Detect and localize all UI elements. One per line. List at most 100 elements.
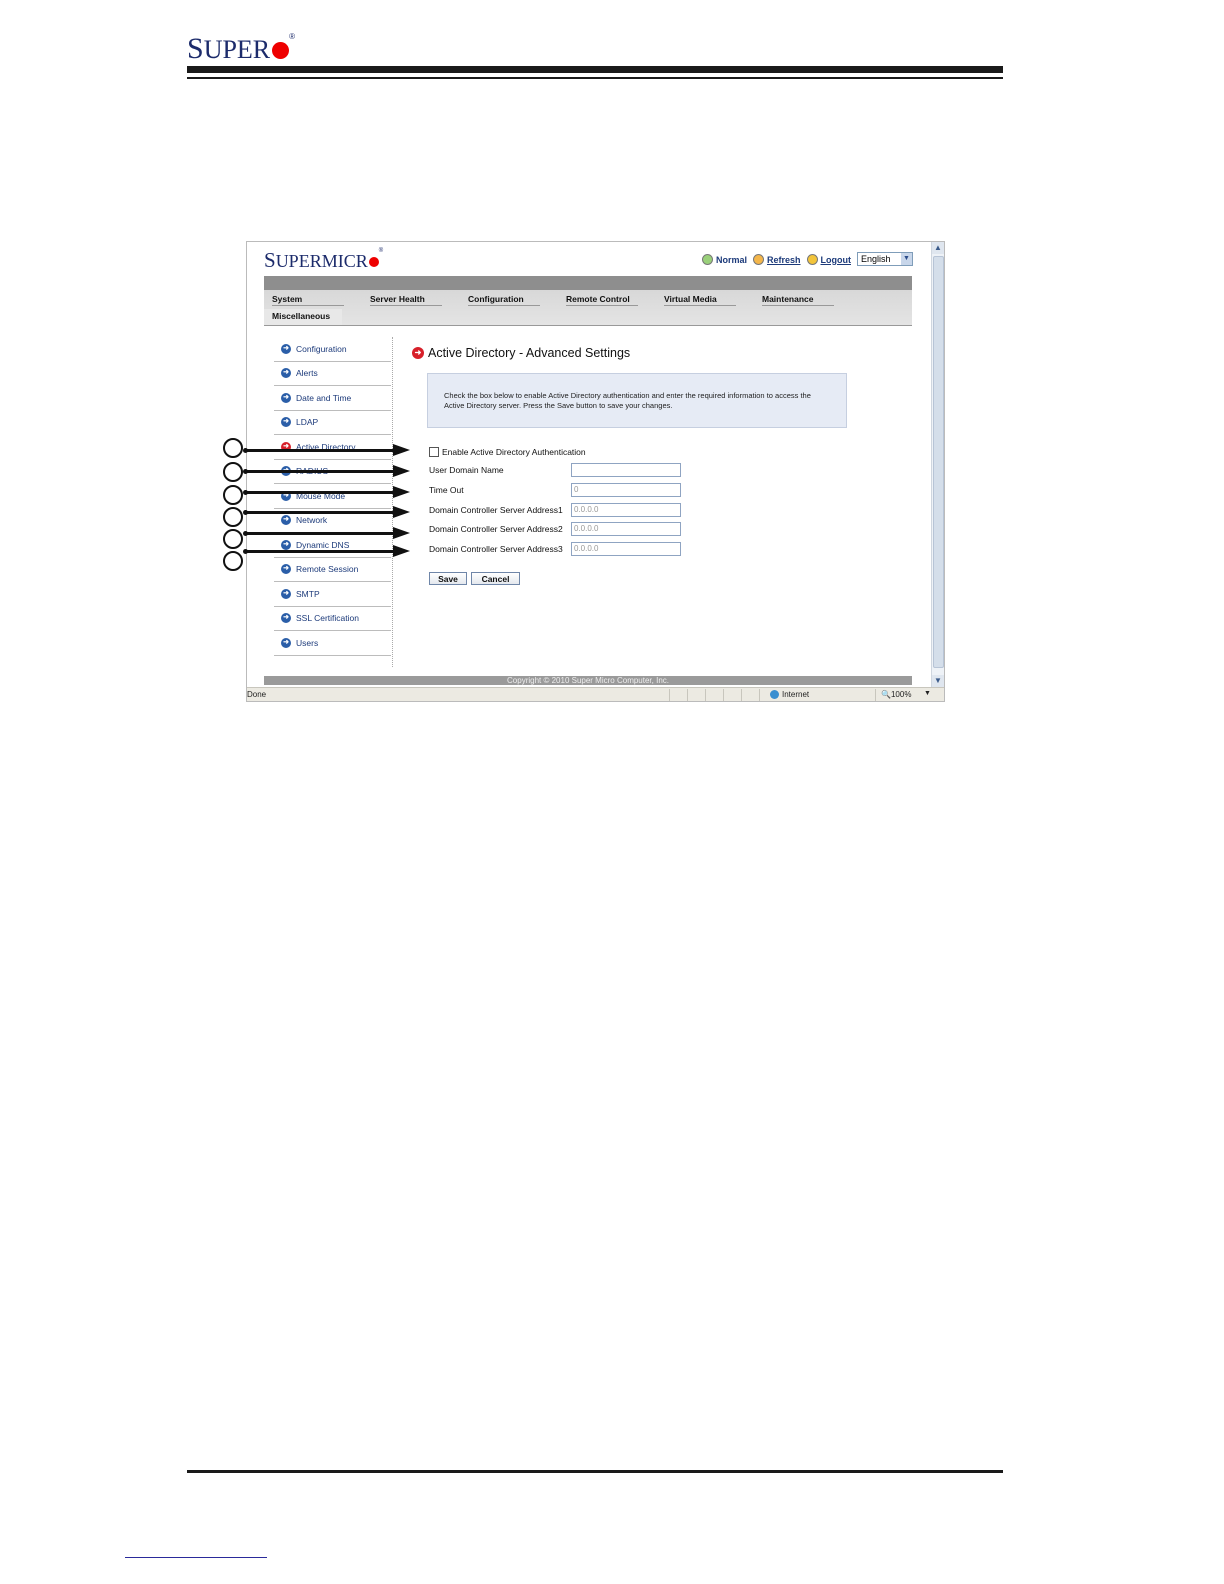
sidebar-item-date-and-time[interactable]: ➜ Date and Time bbox=[274, 386, 391, 411]
arrowhead-icon bbox=[393, 465, 410, 477]
language-value[interactable]: English bbox=[861, 254, 891, 264]
supermicro-doc-logo: SUPER ® bbox=[187, 32, 295, 66]
tab-server-health[interactable]: Server Health bbox=[362, 292, 460, 306]
zoom-level[interactable]: 🔍100% bbox=[881, 690, 911, 699]
app-logo-initial: S bbox=[264, 248, 276, 272]
scroll-thumb[interactable] bbox=[933, 256, 944, 668]
logout-label[interactable]: Logout bbox=[821, 255, 852, 265]
arrowhead-icon bbox=[393, 506, 410, 518]
dc-address2-field[interactable]: 0.0.0.0 bbox=[571, 522, 681, 536]
tab-label[interactable]: Virtual Media bbox=[664, 294, 736, 306]
page-title-text: Active Directory - Advanced Settings bbox=[428, 346, 631, 360]
tab-miscellaneous[interactable]: Miscellaneous bbox=[264, 309, 342, 325]
dc-address2-row: Domain Controller Server Address2 0.0.0.… bbox=[429, 522, 681, 536]
callout-line bbox=[244, 511, 394, 514]
arrowhead-icon bbox=[393, 444, 410, 456]
sidebar-item-ssl-certification[interactable]: ➜ SSL Certification bbox=[274, 607, 391, 631]
field-label: Domain Controller Server Address2 bbox=[429, 524, 563, 534]
sidebar-item-label[interactable]: SSL Certification bbox=[296, 613, 359, 623]
enable-ad-checkbox[interactable] bbox=[429, 447, 439, 457]
callout-line bbox=[244, 491, 394, 494]
time-out-field[interactable]: 0 bbox=[571, 483, 681, 497]
refresh-link[interactable]: Refresh bbox=[752, 253, 801, 265]
status-ok-icon bbox=[701, 253, 713, 265]
save-button[interactable]: Save bbox=[429, 572, 467, 585]
chevron-down-icon[interactable]: ▼ bbox=[901, 253, 912, 265]
sidebar-item-alerts[interactable]: ➜ Alerts bbox=[274, 362, 391, 386]
zoom-value[interactable]: 100% bbox=[891, 690, 911, 699]
top-links: Normal Refresh Logout English ▼ bbox=[701, 252, 913, 266]
tab-label[interactable]: Configuration bbox=[468, 294, 540, 306]
logout-icon[interactable] bbox=[806, 253, 818, 265]
sidebar-item-configuration[interactable]: ➜ Configuration bbox=[274, 337, 391, 362]
header-rule-thick bbox=[187, 66, 1003, 73]
form-buttons: Save Cancel bbox=[429, 572, 520, 585]
tab-remote-control[interactable]: Remote Control bbox=[558, 292, 656, 306]
dc-address1-field[interactable]: 0.0.0.0 bbox=[571, 503, 681, 517]
supermicro-app-logo: SUPERMICR ® bbox=[264, 248, 383, 273]
refresh-icon[interactable] bbox=[752, 253, 764, 265]
callout-circle bbox=[223, 438, 243, 458]
zoom-dropdown-icon[interactable]: ▼ bbox=[924, 690, 931, 697]
doc-logo-registered: ® bbox=[289, 32, 296, 41]
status-done: Done bbox=[247, 690, 267, 699]
vertical-scrollbar[interactable]: ▲ ▼ bbox=[931, 242, 944, 687]
sidebar-divider bbox=[392, 337, 394, 667]
callout-dot bbox=[243, 510, 248, 515]
arrow-right-icon: ➜ bbox=[281, 613, 291, 624]
sidebar-item-ldap[interactable]: ➜ LDAP bbox=[274, 411, 391, 435]
sidebar-item-label[interactable]: SMTP bbox=[296, 589, 320, 599]
sidebar-item-active-directory[interactable]: ➜ Active Directory bbox=[274, 435, 391, 460]
sidebar-item-label[interactable]: Alerts bbox=[296, 368, 318, 378]
tab-label[interactable]: Maintenance bbox=[762, 294, 834, 306]
sidebar-item-label[interactable]: Configuration bbox=[296, 344, 347, 354]
tab-label[interactable]: Server Health bbox=[370, 294, 442, 306]
sidebar-item-dynamic-dns[interactable]: ➜ Dynamic DNS bbox=[274, 533, 391, 558]
logout-link[interactable]: Logout bbox=[806, 253, 852, 265]
enable-ad-row[interactable]: Enable Active Directory Authentication bbox=[429, 446, 586, 458]
cancel-button[interactable]: Cancel bbox=[471, 572, 520, 585]
arrow-right-icon: ➜ bbox=[281, 392, 291, 403]
tab-maintenance[interactable]: Maintenance bbox=[754, 292, 852, 306]
dc-address3-field[interactable]: 0.0.0.0 bbox=[571, 542, 681, 556]
status-normal: Normal bbox=[701, 253, 747, 265]
arrow-right-icon: ➜ bbox=[412, 347, 424, 359]
callout-circle bbox=[223, 529, 243, 549]
dc-address3-row: Domain Controller Server Address3 0.0.0.… bbox=[429, 542, 681, 556]
sidebar-item-label[interactable]: Network bbox=[296, 515, 327, 525]
status-divider bbox=[741, 689, 742, 701]
user-domain-name-field[interactable] bbox=[571, 463, 681, 477]
scroll-up-icon[interactable]: ▲ bbox=[932, 242, 944, 254]
callout-circle bbox=[223, 485, 243, 505]
field-label: Time Out bbox=[429, 485, 464, 495]
arrowhead-icon bbox=[393, 545, 410, 557]
callout-line bbox=[244, 532, 394, 535]
tab-label[interactable]: Remote Control bbox=[566, 294, 638, 306]
status-divider bbox=[705, 689, 706, 701]
tab-virtual-media[interactable]: Virtual Media bbox=[656, 292, 754, 306]
logo-red-dot-icon bbox=[272, 42, 290, 59]
refresh-label[interactable]: Refresh bbox=[767, 255, 801, 265]
arrowhead-icon bbox=[393, 486, 410, 498]
tab-system[interactable]: System bbox=[264, 292, 362, 306]
status-divider bbox=[687, 689, 688, 701]
page-title: ➜ Active Directory - Advanced Settings bbox=[412, 346, 630, 360]
language-select[interactable]: English ▼ bbox=[857, 252, 913, 266]
sidebar-item-remote-session[interactable]: ➜ Remote Session bbox=[274, 558, 391, 582]
sidebar-item-smtp[interactable]: ➜ SMTP bbox=[274, 582, 391, 607]
sidebar-item-label[interactable]: Remote Session bbox=[296, 564, 358, 574]
sidebar-item-label[interactable]: Users bbox=[296, 638, 318, 648]
info-text-line: Check the box below to enable Active Dir… bbox=[444, 391, 811, 400]
doc-logo-initial: S bbox=[187, 32, 204, 65]
callout-line bbox=[244, 550, 394, 553]
sidebar-item-label[interactable]: Date and Time bbox=[296, 393, 351, 403]
scroll-down-icon[interactable]: ▼ bbox=[932, 675, 944, 687]
enable-ad-label[interactable]: Enable Active Directory Authentication bbox=[442, 447, 586, 457]
tab-configuration[interactable]: Configuration bbox=[460, 292, 558, 306]
field-label: User Domain Name bbox=[429, 465, 504, 475]
sidebar-item-label[interactable]: Dynamic DNS bbox=[296, 540, 349, 550]
sidebar-item-users[interactable]: ➜ Users bbox=[274, 631, 391, 656]
sidebar-item-label[interactable]: LDAP bbox=[296, 417, 318, 427]
sidebar-item-mouse-mode[interactable]: ➜ Mouse Mode bbox=[274, 484, 391, 509]
tab-label[interactable]: System bbox=[272, 294, 344, 306]
